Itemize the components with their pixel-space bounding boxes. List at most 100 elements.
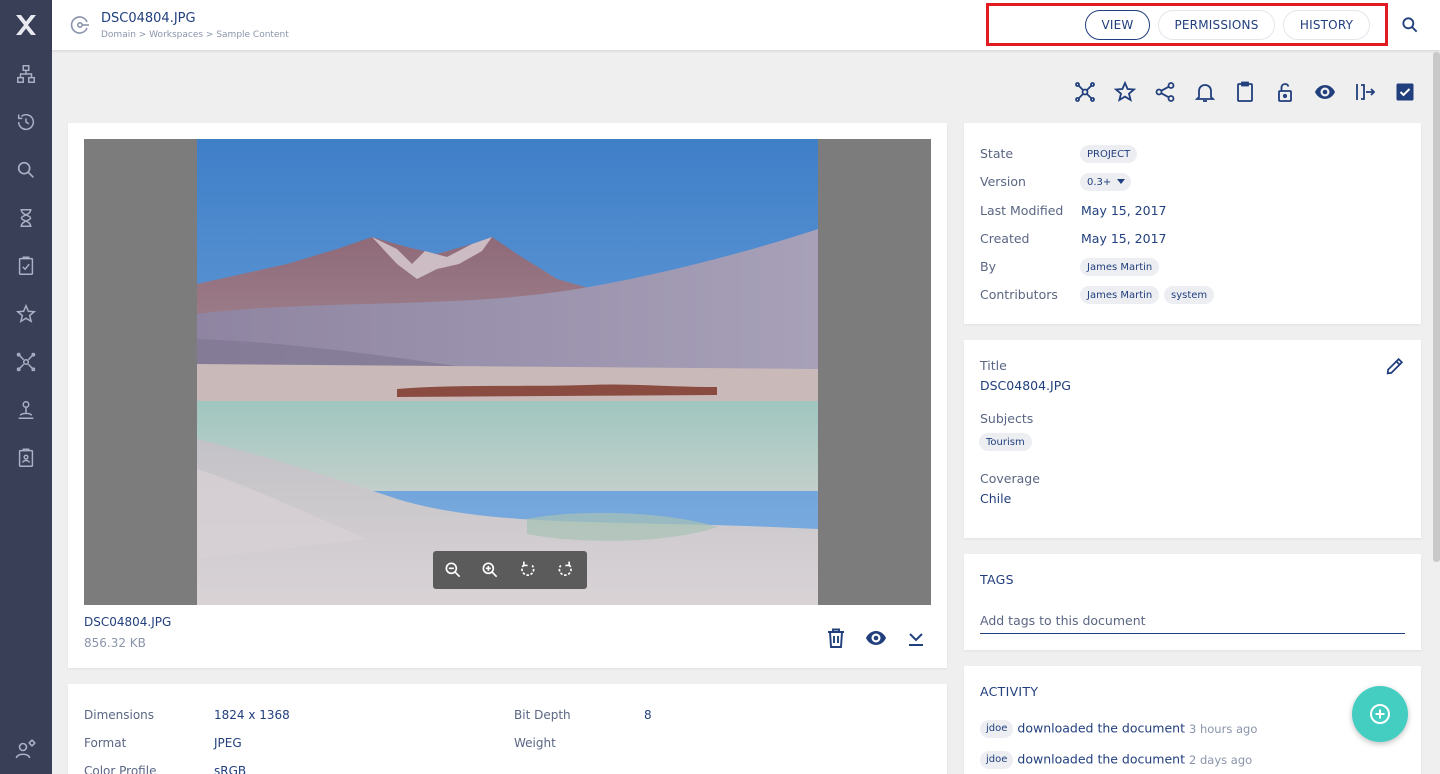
- contributor-chip[interactable]: system: [1164, 286, 1215, 304]
- color-profile-value: sRGB: [214, 764, 247, 774]
- app-logo[interactable]: [0, 0, 52, 50]
- add-circle-icon: [1370, 704, 1390, 724]
- activity-action: downloaded the document: [1017, 720, 1186, 736]
- tags-input[interactable]: [980, 608, 1405, 634]
- select-icon[interactable]: [1393, 80, 1417, 104]
- lock-icon[interactable]: [1273, 80, 1297, 104]
- sidebar-item-clipboard[interactable]: [0, 443, 52, 473]
- edit-pencil-icon[interactable]: [1384, 355, 1406, 377]
- image-viewer-card: DSC04804.JPG 856.32 KB: [68, 123, 947, 668]
- clipboard-icon: [18, 448, 34, 467]
- color-profile-label: Color Profile: [84, 764, 157, 774]
- image-zoom-controls: [433, 551, 587, 589]
- activity-action: downloaded the document: [1017, 751, 1186, 767]
- activity-item: jdoe downloaded the document 2 days ago: [980, 751, 1252, 769]
- download-icon[interactable]: [904, 626, 928, 650]
- activity-heading: ACTIVITY: [980, 684, 1039, 699]
- created-value: May 15, 2017: [1081, 231, 1167, 246]
- clipboard-icon[interactable]: [1233, 80, 1257, 104]
- dimensions-label: Dimensions: [84, 708, 155, 722]
- rotate-right-icon[interactable]: [555, 560, 575, 580]
- history-icon: [17, 113, 34, 131]
- created-label: Created: [980, 231, 1030, 246]
- hourglass-icon: [20, 209, 32, 227]
- top-header: DSC04804.JPG Domain > Workspaces > Sampl…: [52, 0, 1440, 50]
- state-label: State: [980, 146, 1014, 161]
- state-badge: PROJECT: [1080, 145, 1138, 163]
- title-value: DSC04804.JPG: [980, 378, 1071, 393]
- bit-depth-value: 8: [644, 708, 652, 722]
- contributor-chip[interactable]: James Martin: [1080, 286, 1160, 304]
- version-value: 0.3+: [1087, 176, 1112, 188]
- tags-heading: TAGS: [980, 572, 1014, 587]
- add-fab-button[interactable]: [1352, 686, 1408, 742]
- coverage-value: Chile: [980, 491, 1012, 506]
- page-title: DSC04804.JPG: [101, 11, 196, 26]
- sidebar-item-recent[interactable]: [0, 203, 52, 233]
- share-icon[interactable]: [1153, 80, 1177, 104]
- document-info-card: Title DSC04804.JPG Subjects Tourism Cove…: [964, 340, 1421, 538]
- document-metadata-card: State PROJECT Version 0.3+ Last Modified…: [964, 123, 1421, 324]
- header-search-icon[interactable]: [1400, 15, 1420, 35]
- logo-icon: [16, 15, 36, 35]
- favorite-icon[interactable]: [1113, 80, 1137, 104]
- contributors-label: Contributors: [980, 287, 1058, 302]
- tasks-icon: [18, 256, 34, 275]
- version-dropdown[interactable]: 0.3+: [1080, 173, 1132, 191]
- zoom-in-icon[interactable]: [480, 560, 500, 580]
- last-modified-value: May 15, 2017: [1081, 203, 1167, 218]
- activity-user-chip[interactable]: jdoe: [980, 720, 1014, 738]
- tab-view[interactable]: VIEW: [1085, 10, 1150, 40]
- activity-item: jdoe downloaded the document 3 hours ago: [980, 720, 1257, 738]
- chevron-down-icon: [1117, 179, 1126, 184]
- sidebar-item-history[interactable]: [0, 107, 52, 137]
- preview-file-icon[interactable]: [864, 626, 888, 650]
- file-size: 856.32 KB: [84, 636, 146, 650]
- sidebar: [0, 0, 52, 774]
- title-label: Title: [980, 358, 1007, 373]
- document-state-icon: [70, 16, 89, 34]
- format-label: Format: [84, 736, 127, 750]
- activity-user-chip[interactable]: jdoe: [980, 751, 1014, 769]
- publish-icon[interactable]: [1353, 80, 1377, 104]
- sidebar-item-collections[interactable]: [0, 347, 52, 377]
- zoom-out-icon[interactable]: [443, 560, 463, 580]
- dimensions-value: 1824 x 1368: [214, 708, 290, 722]
- sidebar-item-tasks[interactable]: [0, 251, 52, 281]
- tab-permissions[interactable]: PERMISSIONS: [1158, 10, 1275, 40]
- favorites-icon: [15, 303, 37, 323]
- author-chip[interactable]: James Martin: [1080, 258, 1160, 276]
- activity-time: 2 days ago: [1189, 752, 1253, 767]
- activity-time: 3 hours ago: [1189, 721, 1258, 736]
- document-image: [197, 139, 818, 605]
- browse-icon: [17, 65, 35, 83]
- sidebar-item-browse[interactable]: [0, 59, 52, 89]
- subject-chip[interactable]: Tourism: [979, 433, 1032, 451]
- collections-icon: [16, 352, 36, 372]
- page-scrollbar[interactable]: [1433, 52, 1440, 562]
- delete-icon[interactable]: [824, 626, 848, 650]
- image-viewer[interactable]: [84, 139, 931, 605]
- sidebar-item-search[interactable]: [0, 155, 52, 185]
- last-modified-label: Last Modified: [980, 203, 1064, 218]
- sidebar-item-favorites[interactable]: [0, 299, 52, 329]
- weight-label: Weight: [514, 736, 556, 750]
- breadcrumb[interactable]: Domain > Workspaces > Sample Content: [101, 30, 289, 40]
- notify-icon[interactable]: [1193, 80, 1217, 104]
- rotate-left-icon[interactable]: [518, 560, 538, 580]
- format-value: JPEG: [214, 736, 242, 750]
- search-icon: [17, 161, 34, 178]
- lock-icon: [18, 401, 34, 419]
- by-label: By: [980, 259, 996, 274]
- file-name: DSC04804.JPG: [84, 615, 172, 629]
- image-properties-card: Dimensions 1824 x 1368 Format JPEG Color…: [68, 684, 947, 774]
- tags-card: TAGS: [964, 554, 1421, 650]
- add-to-collection-icon[interactable]: [1073, 80, 1097, 104]
- preview-icon[interactable]: [1313, 80, 1337, 104]
- tab-history[interactable]: HISTORY: [1283, 10, 1370, 40]
- version-label: Version: [980, 174, 1026, 189]
- bit-depth-label: Bit Depth: [514, 708, 571, 722]
- sidebar-user-settings[interactable]: [0, 734, 52, 764]
- coverage-label: Coverage: [980, 471, 1040, 486]
- sidebar-item-admin[interactable]: [0, 395, 52, 425]
